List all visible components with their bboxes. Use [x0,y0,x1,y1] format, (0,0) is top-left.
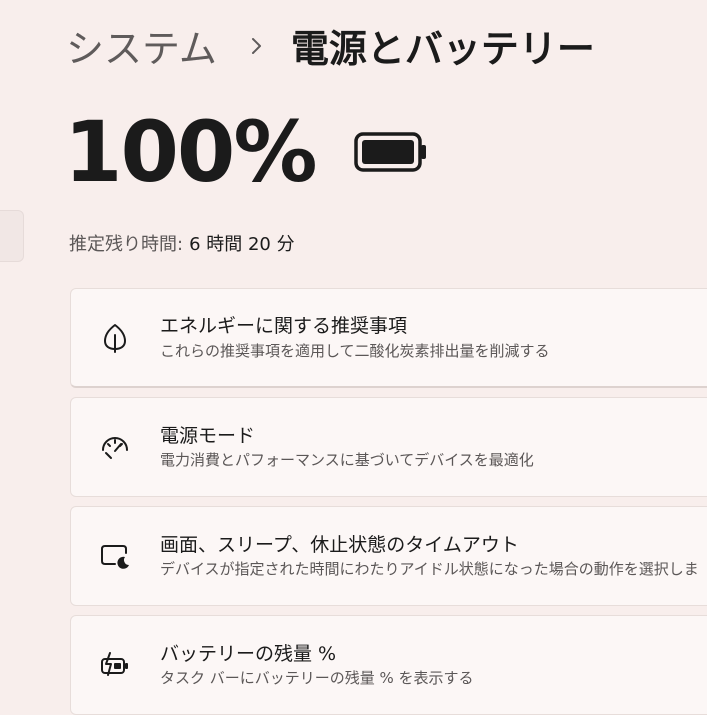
card-subtitle: これらの推奨事項を適用して二酸化炭素排出量を削減する [160,341,550,360]
card-subtitle: デバイスが指定された時間にわたりアイドル状態になった場合の動作を選択しま [160,560,699,579]
card-text: 電源モード 電力消費とパフォーマンスに基づいてデバイスを最適化 [160,425,534,470]
page-title: 電源とバッテリー [290,27,595,71]
chevron-right-icon [245,34,269,58]
card-title: バッテリーの残量 % [160,642,337,665]
battery-percent: 100% [64,103,318,201]
card-text: バッテリーの残量 % タスク バーにバッテリーの残量 % を表示する [160,643,474,688]
energy-recommendations-card[interactable]: エネルギーに関する推奨事項 これらの推奨事項を適用して二酸化炭素排出量を削減する [70,288,707,388]
card-text: エネルギーに関する推奨事項 これらの推奨事項を適用して二酸化炭素排出量を削減する [160,315,550,360]
estimated-time-remaining: 推定残り時間: 6 時間 20 分 [69,230,295,256]
time-remaining-value: 6 時間 20 分 [189,234,295,255]
battery-saver-icon [99,649,131,681]
card-subtitle: 電力消費とパフォーマンスに基づいてデバイスを最適化 [160,451,534,470]
screen-sleep-icon [99,540,131,572]
card-title: 電源モード [160,424,256,447]
breadcrumb-parent-link[interactable]: システム [66,18,217,73]
sidebar-partial-item[interactable] [0,210,24,262]
card-subtitle: タスク バーにバッテリーの残量 % を表示する [160,669,474,688]
breadcrumb: システム 電源とバッテリー [66,18,595,73]
battery-fill-level [361,140,414,164]
battery-icon [353,130,428,174]
card-title: エネルギーに関する推奨事項 [160,315,408,338]
power-mode-card[interactable]: 電源モード 電力消費とパフォーマンスに基づいてデバイスを最適化 [70,397,707,497]
card-text: 画面、スリープ、休止状態のタイムアウト デバイスが指定された時間にわたりアイドル… [160,534,699,579]
battery-status: 100% [64,110,428,194]
card-title: 画面、スリープ、休止状態のタイムアウト [160,533,519,556]
time-remaining-label: 推定残り時間: [69,234,184,255]
battery-percentage-card[interactable]: バッテリーの残量 % タスク バーにバッテリーの残量 % を表示する [70,615,707,715]
leaf-icon [99,322,131,354]
screen-sleep-timeout-card[interactable]: 画面、スリープ、休止状態のタイムアウト デバイスが指定された時間にわたりアイドル… [70,506,707,606]
gauge-icon [99,431,131,463]
